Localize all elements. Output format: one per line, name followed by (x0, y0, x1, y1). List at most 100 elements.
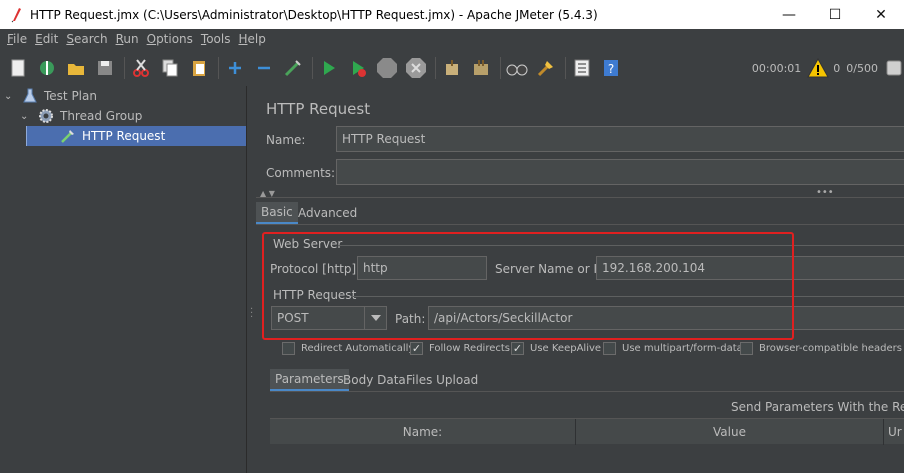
group-border (351, 296, 904, 297)
broom-clear-icon (446, 60, 458, 75)
save-button[interactable] (93, 56, 117, 80)
tab-body-data[interactable]: Body Data (338, 369, 411, 391)
folder-open-icon (68, 64, 84, 75)
menu-search[interactable]: Search (62, 29, 111, 50)
toolbar: ? 00:00:01 0 0/500 (0, 50, 904, 86)
menu-file[interactable]: File (3, 29, 31, 50)
elapsed-timer: 00:00:01 (751, 61, 802, 75)
checkbox-label: Follow Redirects (429, 343, 510, 354)
splitter-grip-icon: · · · (250, 304, 254, 323)
help-icon: ? (604, 60, 618, 76)
new-button[interactable] (6, 56, 30, 80)
web-server-title: Web Server (273, 237, 343, 251)
toolbar-separator (565, 57, 566, 79)
save-icon (98, 61, 112, 75)
maximize-button[interactable]: ☐ (812, 0, 858, 29)
tab-advanced[interactable]: Advanced (293, 202, 362, 224)
chevron-down-icon[interactable]: ⌄ (4, 91, 18, 102)
start-no-pauses-button[interactable] (346, 56, 370, 80)
collapse-button[interactable] (252, 56, 276, 80)
wand-icon (284, 60, 301, 77)
tree-item-http-request[interactable]: HTTP Request (26, 126, 246, 146)
group-border (338, 245, 904, 246)
close-button[interactable]: ✕ (858, 0, 904, 29)
use-keepalive-checkbox[interactable]: ✓ Use KeepAlive (511, 342, 601, 355)
function-helper-button[interactable] (570, 56, 594, 80)
close-icon: ✕ (875, 6, 887, 23)
checkbox-label: Redirect Automatically (301, 343, 415, 354)
minimize-button[interactable]: — (766, 0, 812, 29)
tree-item-test-plan[interactable]: ⌄ Test Plan (4, 86, 246, 106)
search-button[interactable] (505, 56, 529, 80)
open-button[interactable] (64, 56, 88, 80)
warning-icon[interactable] (807, 58, 830, 78)
error-count: 0 (833, 61, 841, 75)
copy-button[interactable] (158, 56, 182, 80)
column-header-name[interactable]: Name: (270, 419, 576, 445)
name-field[interactable]: HTTP Request (336, 126, 904, 152)
server-name-field[interactable]: 192.168.200.104 (596, 256, 904, 280)
comments-label: Comments: (266, 166, 336, 180)
tab-basic[interactable]: Basic (256, 202, 298, 224)
shutdown-button[interactable] (404, 56, 428, 80)
tree-item-label: HTTP Request (82, 129, 166, 143)
name-label: Name: (266, 133, 306, 147)
chevron-down-icon[interactable] (364, 307, 386, 329)
help-button[interactable]: ? (599, 56, 623, 80)
broom-clear-all-icon (474, 60, 488, 75)
toggle-button[interactable] (281, 56, 305, 80)
checkbox-box[interactable] (740, 342, 753, 355)
plus-icon (229, 62, 241, 74)
start-button[interactable] (317, 56, 341, 80)
checkbox-box[interactable] (282, 342, 295, 355)
expand-button[interactable] (223, 56, 247, 80)
gear-icon (39, 109, 53, 123)
menu-run[interactable]: Run (112, 29, 143, 50)
menu-tools[interactable]: Tools (197, 29, 235, 50)
cut-button[interactable] (129, 56, 153, 80)
broom-icon (537, 61, 553, 77)
column-header-url-encode[interactable]: Ur (884, 419, 904, 445)
tree-item-label: Thread Group (60, 109, 143, 123)
window-title: HTTP Request.jmx (C:\Users\Administrator… (30, 7, 598, 22)
paste-button[interactable] (187, 56, 211, 80)
column-header-value[interactable]: Value (576, 419, 884, 445)
stop-button[interactable] (375, 56, 399, 80)
tab-parameters[interactable]: Parameters (270, 369, 349, 391)
checkmark-icon[interactable]: ✓ (410, 342, 423, 355)
checkbox-box[interactable] (603, 342, 616, 355)
chevron-down-icon[interactable]: ⌄ (20, 111, 34, 122)
menu-bar: File Edit Search Run Options Tools Help (0, 29, 904, 50)
browser-compatible-headers-checkbox[interactable]: Browser-compatible headers (740, 342, 902, 355)
protocol-field[interactable]: http (357, 256, 487, 280)
play-icon (324, 61, 335, 75)
method-select[interactable]: POST (271, 306, 387, 330)
tab-files-upload[interactable]: Files Upload (401, 369, 483, 391)
comments-field[interactable] (336, 159, 904, 185)
templates-button[interactable] (35, 56, 59, 80)
stop-icon (377, 58, 397, 78)
minus-icon (258, 66, 270, 70)
tree-item-thread-group[interactable]: ⌄ Thread Group (20, 106, 246, 126)
active-threads: 0/500 (846, 61, 878, 75)
clear-button[interactable] (440, 56, 464, 80)
templates-icon (40, 61, 54, 75)
follow-redirects-checkbox[interactable]: ✓ Follow Redirects (410, 342, 510, 355)
clear-all-button[interactable] (469, 56, 493, 80)
use-multipart-checkbox[interactable]: Use multipart/form-data (603, 342, 743, 355)
toolbar-separator (124, 57, 125, 79)
redirect-automatically-checkbox[interactable]: Redirect Automatically (282, 342, 414, 355)
panel-splitter[interactable]: · · · (246, 86, 256, 473)
method-value: POST (277, 311, 309, 325)
path-field[interactable]: /api/Actors/SeckillActor (428, 306, 904, 330)
menu-help[interactable]: Help (235, 29, 270, 50)
menu-options[interactable]: Options (143, 29, 197, 50)
copy-icon (162, 59, 178, 77)
maximize-icon: ☐ (828, 6, 842, 23)
server-name-label: Server Name or IP: (495, 262, 609, 276)
reset-search-button[interactable] (534, 56, 558, 80)
tab-divider (256, 224, 904, 225)
menu-edit[interactable]: Edit (31, 29, 62, 50)
checkmark-icon[interactable]: ✓ (511, 342, 524, 355)
subtab-divider (270, 391, 904, 392)
